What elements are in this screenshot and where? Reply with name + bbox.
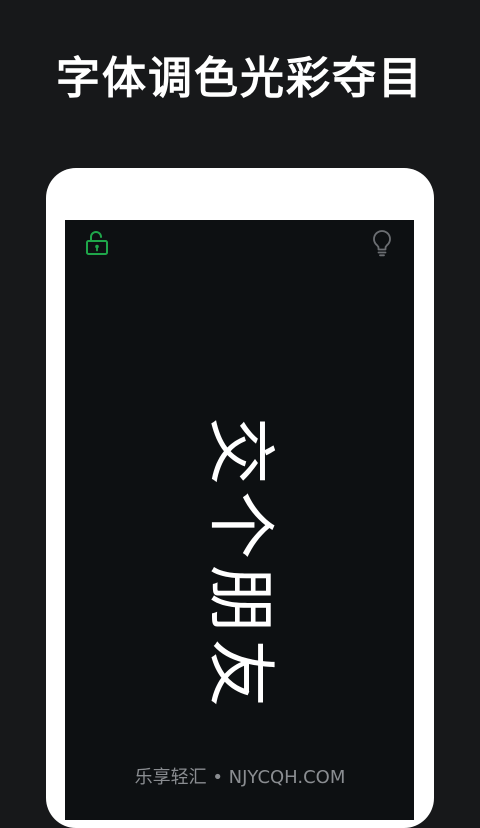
promo-headline: 字体调色光彩夺目 [56, 53, 424, 104]
display-text: 交个朋友 [200, 416, 279, 714]
unlock-icon[interactable] [85, 230, 109, 256]
lightbulb-icon[interactable] [370, 229, 394, 257]
watermark-text: 乐享轻汇 • NJYCQH.COM [134, 767, 346, 788]
